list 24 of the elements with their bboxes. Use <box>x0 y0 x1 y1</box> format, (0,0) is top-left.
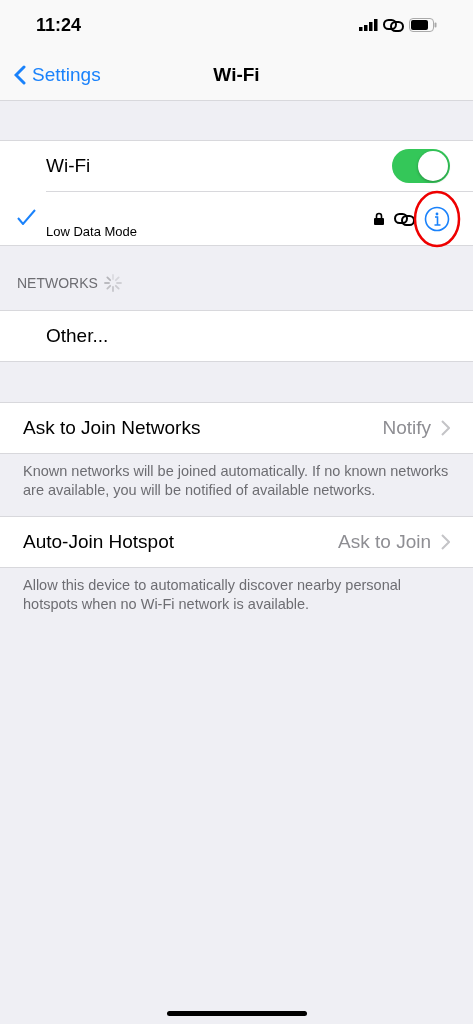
wifi-toggle[interactable] <box>392 149 450 183</box>
footer-text: Allow this device to automatically discover nearby personal hotspots when no Wi-Fi network is available. <box>22 576 402 614</box>
network-item[interactable]: Other... <box>46 325 109 347</box>
section-header: NETWORKS <box>17 275 98 291</box>
settings-row[interactable]: Auto-Join Hotspot Ask to Join <box>0 517 473 567</box>
chevron-icon <box>441 534 450 550</box>
setting-value: Notify <box>382 417 431 439</box>
setting-label: Ask to Join Networks <box>23 417 201 439</box>
link-icon <box>383 17 405 33</box>
footer-text: Known networks will be joined automatically. If no known networks are available, you will be notified of available networks. <box>22 462 450 500</box>
wifi-label: Wi-Fi <box>46 155 91 177</box>
setting-value: Ask to Join <box>338 531 431 553</box>
link-icon <box>394 210 416 227</box>
back-chevron-icon <box>14 65 26 85</box>
network-subtitle: Low Data Mode <box>46 224 138 241</box>
info-button[interactable] <box>424 205 450 232</box>
settings-row[interactable]: Ask to Join Networks Notify <box>0 403 473 453</box>
back-button[interactable]: Settings <box>0 63 107 87</box>
signal-icon <box>359 19 379 31</box>
status-time: 11:24 <box>36 14 82 36</box>
setting-label: Auto-Join Hotspot <box>23 531 175 553</box>
battery-icon <box>409 18 437 32</box>
page-title: Wi-Fi <box>213 64 260 86</box>
chevron-icon <box>441 420 450 436</box>
